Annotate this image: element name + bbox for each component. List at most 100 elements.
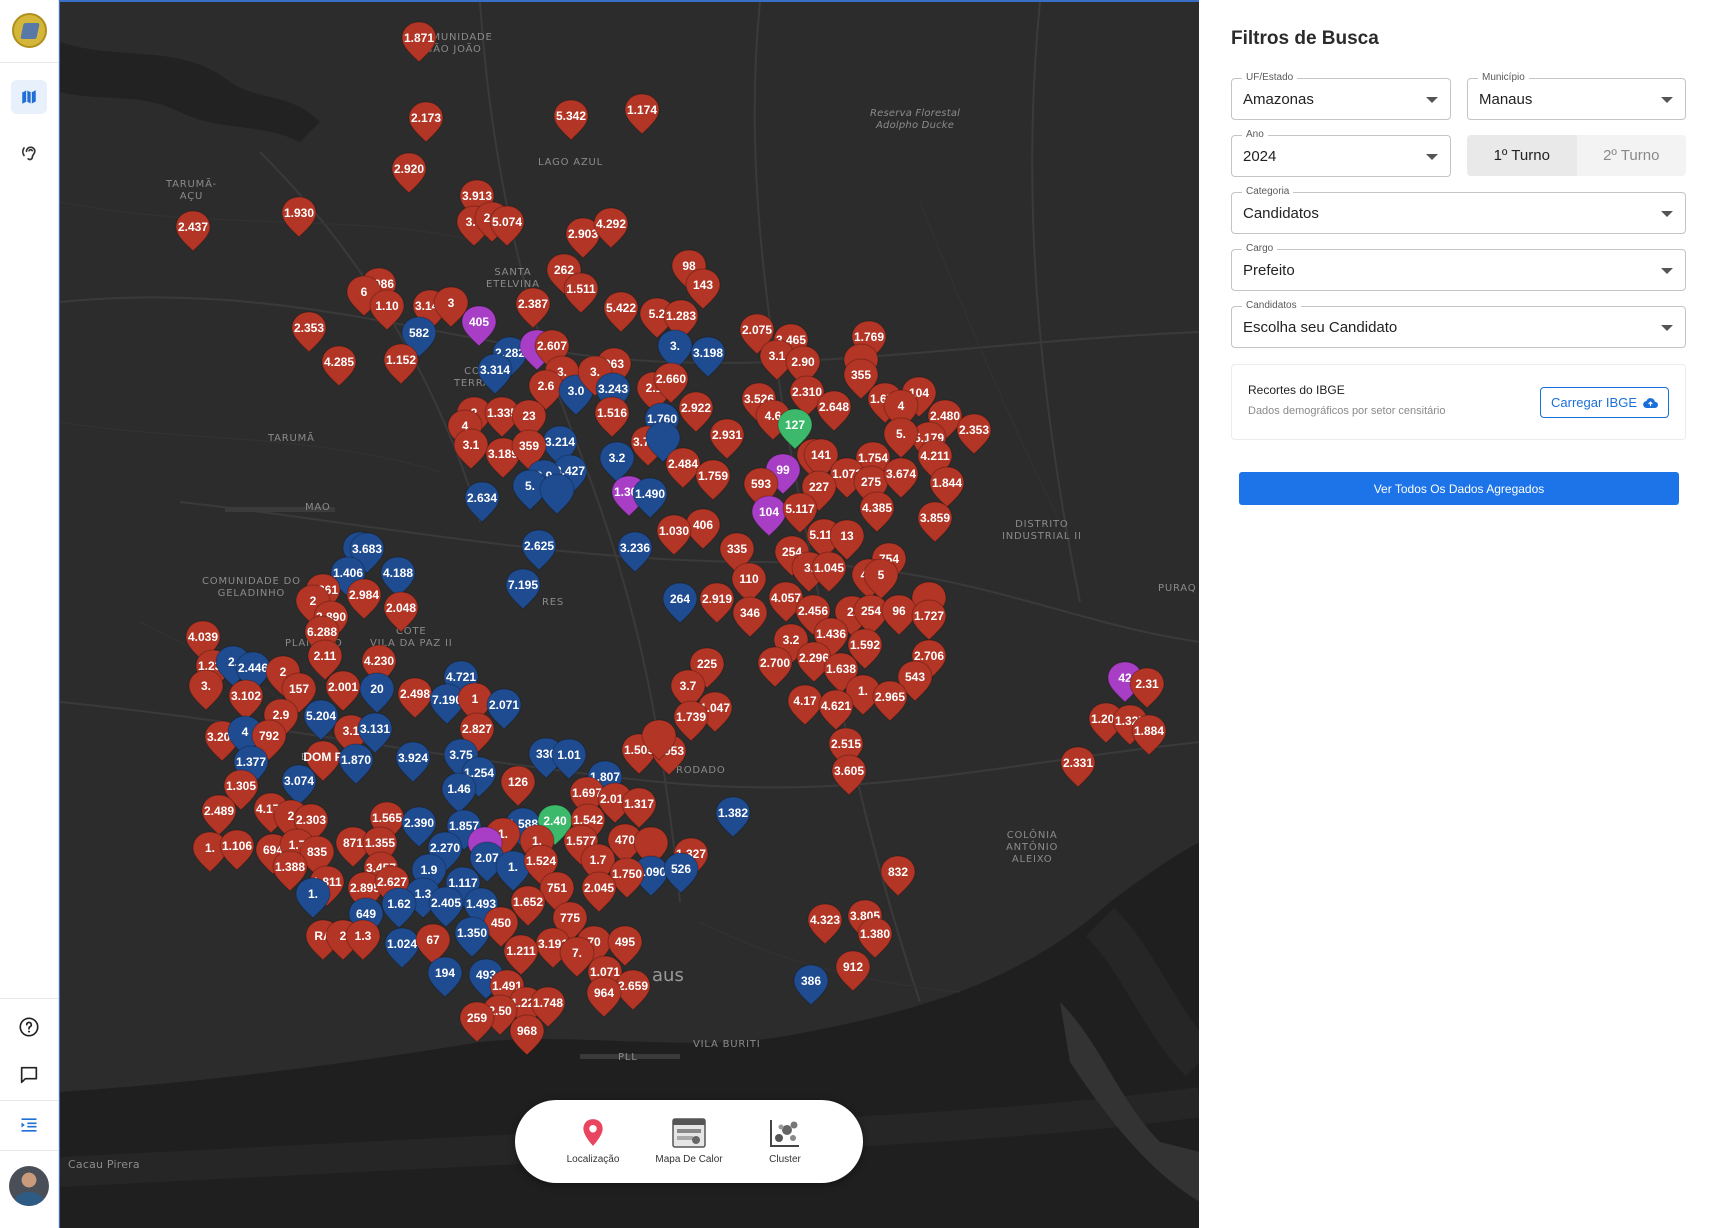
- map-marker-count: 4.285: [323, 355, 355, 369]
- map-marker[interactable]: 3.859: [915, 500, 955, 544]
- view-localizacao-label: Localização: [566, 1154, 620, 1165]
- map-marker[interactable]: 3.605: [829, 753, 869, 797]
- map-marker-count: 2.648: [818, 400, 850, 414]
- chat-icon: [20, 1066, 38, 1084]
- ano-select[interactable]: Ano 2024: [1231, 129, 1451, 177]
- map-marker-count: 2.489: [203, 804, 235, 818]
- map-marker[interactable]: 1.884: [1129, 713, 1169, 757]
- map-marker[interactable]: 2.173: [406, 100, 446, 144]
- map-marker-count: 1.377: [235, 755, 267, 769]
- map-marker[interactable]: 2.048: [381, 590, 421, 634]
- map-marker-count: 1.380: [859, 927, 891, 941]
- hearing-nav-button[interactable]: [11, 136, 47, 170]
- map-marker-count: 3.198: [692, 346, 724, 360]
- uf-select[interactable]: UF/Estado Amazonas: [1231, 72, 1451, 120]
- map-marker[interactable]: 1.930: [279, 195, 319, 239]
- map-marker[interactable]: [639, 718, 679, 762]
- view-cluster-button[interactable]: Cluster: [740, 1118, 830, 1165]
- map-marker[interactable]: 1.871: [399, 20, 439, 64]
- map-marker[interactable]: 2.625: [519, 528, 559, 572]
- map-marker[interactable]: 3.924: [393, 740, 433, 784]
- map-marker-count: 2.31: [1135, 677, 1159, 691]
- map-view-control: Localização Mapa De Calor Cluster: [515, 1100, 863, 1183]
- map-marker[interactable]: 526: [661, 851, 701, 895]
- candidatos-select[interactable]: Candidatos Escolha seu Candidato: [1231, 300, 1686, 348]
- map-marker-count: 968: [516, 1024, 538, 1038]
- collapse-menu-button[interactable]: [11, 1108, 47, 1142]
- map-marker[interactable]: 2.965: [870, 679, 910, 723]
- map-marker[interactable]: 126: [498, 764, 538, 808]
- map-marker[interactable]: 5.342: [551, 98, 591, 142]
- municipio-legend: Município: [1478, 72, 1529, 83]
- map-marker[interactable]: 386: [791, 963, 831, 1007]
- map-marker-count: 2.90: [791, 355, 815, 369]
- user-avatar[interactable]: [9, 1166, 49, 1206]
- map-marker-count: 1.930: [283, 206, 315, 220]
- map-marker-count: 346: [739, 606, 761, 620]
- map-marker[interactable]: 2.437: [173, 209, 213, 253]
- map-marker-count: 67: [426, 933, 440, 947]
- map-nav-button[interactable]: [11, 80, 47, 114]
- municipio-select[interactable]: Município Manaus: [1467, 72, 1686, 120]
- map-marker[interactable]: 3.314: [475, 352, 515, 396]
- municipio-value: Manaus: [1479, 91, 1533, 108]
- view-heatmap-button[interactable]: Mapa De Calor: [644, 1118, 734, 1165]
- turno-1-button[interactable]: 1º Turno: [1467, 135, 1577, 176]
- map-marker[interactable]: 259: [457, 1000, 497, 1044]
- ver-todos-dados-button[interactable]: Ver Todos Os Dados Agregados: [1239, 472, 1679, 505]
- map-marker-count: 2.405: [430, 896, 462, 910]
- map-marker[interactable]: 3.236: [615, 530, 655, 574]
- map-marker[interactable]: 4.292: [591, 206, 631, 250]
- map-marker-count: 4.039: [187, 630, 219, 644]
- map-marker[interactable]: [537, 472, 577, 516]
- view-cluster-label: Cluster: [769, 1154, 801, 1165]
- map-marker[interactable]: 832: [878, 854, 918, 898]
- map-marker[interactable]: 7.195: [503, 567, 543, 611]
- map-canvas[interactable]: COMUNIDADE SÃO JOÃO Reserva Florestal Ado…: [59, 0, 1199, 1228]
- map-marker[interactable]: 1.727: [909, 598, 949, 642]
- map-marker[interactable]: 2.931: [707, 417, 747, 461]
- map-marker[interactable]: 2.387: [513, 286, 553, 330]
- map-terrain: [60, 2, 1199, 1228]
- candidatos-legend: Candidatos: [1242, 300, 1301, 311]
- filters-panel: Filtros de Busca UF/Estado Amazonas Muni…: [1199, 0, 1718, 1228]
- map-marker-count: 3.236: [619, 541, 651, 555]
- map-marker[interactable]: 4.285: [319, 344, 359, 388]
- map-marker[interactable]: 1.516: [592, 395, 632, 439]
- map-marker[interactable]: 2.331: [1058, 745, 1098, 789]
- carregar-ibge-button[interactable]: Carregar IBGE: [1540, 387, 1669, 418]
- view-localizacao-button[interactable]: Localização: [548, 1118, 638, 1165]
- app-logo[interactable]: [12, 13, 47, 48]
- cargo-select[interactable]: Cargo Prefeito: [1231, 243, 1686, 291]
- turno-2-button[interactable]: 2º Turno: [1577, 135, 1687, 176]
- chat-button[interactable]: [11, 1058, 47, 1092]
- heatmap-icon: [672, 1118, 706, 1148]
- uf-value: Amazonas: [1243, 91, 1314, 108]
- map-marker[interactable]: 2.634: [462, 480, 502, 524]
- map-label-mao: MAO: [305, 502, 331, 513]
- map-marker-count: 2.437: [177, 220, 209, 234]
- map-marker[interactable]: 968: [507, 1013, 547, 1057]
- map-marker[interactable]: 1.174: [622, 92, 662, 136]
- map-marker-count: 3.074: [283, 774, 315, 788]
- map-marker[interactable]: 1.152: [381, 342, 421, 386]
- map-marker[interactable]: 1.382: [713, 795, 753, 839]
- cloud-upload-icon: [1643, 397, 1658, 408]
- help-button[interactable]: [11, 1010, 47, 1044]
- categoria-select[interactable]: Categoria Candidatos: [1231, 186, 1686, 234]
- map-marker-count: 259: [466, 1011, 488, 1025]
- map-label-taruma: TARUMÃ: [268, 433, 315, 444]
- map-marker-count: 2.827: [461, 722, 493, 736]
- map-marker[interactable]: 1.: [293, 876, 333, 920]
- map-marker-count: 5.117: [785, 502, 815, 516]
- map-marker-count: 2.634: [466, 491, 498, 505]
- map-marker[interactable]: 2.920: [389, 151, 429, 195]
- map-label-taruma-acu: TARUMÃ- AÇU: [166, 179, 217, 202]
- map-marker[interactable]: 1.759: [693, 458, 733, 502]
- menu-indent-icon: [21, 1118, 37, 1132]
- map-marker[interactable]: 2.648: [814, 389, 854, 433]
- map-marker-count: 4.230: [363, 654, 395, 668]
- map-marker[interactable]: 5.074: [487, 204, 527, 248]
- map-marker[interactable]: 1.870: [336, 742, 376, 786]
- map-marker[interactable]: 964: [584, 975, 624, 1019]
